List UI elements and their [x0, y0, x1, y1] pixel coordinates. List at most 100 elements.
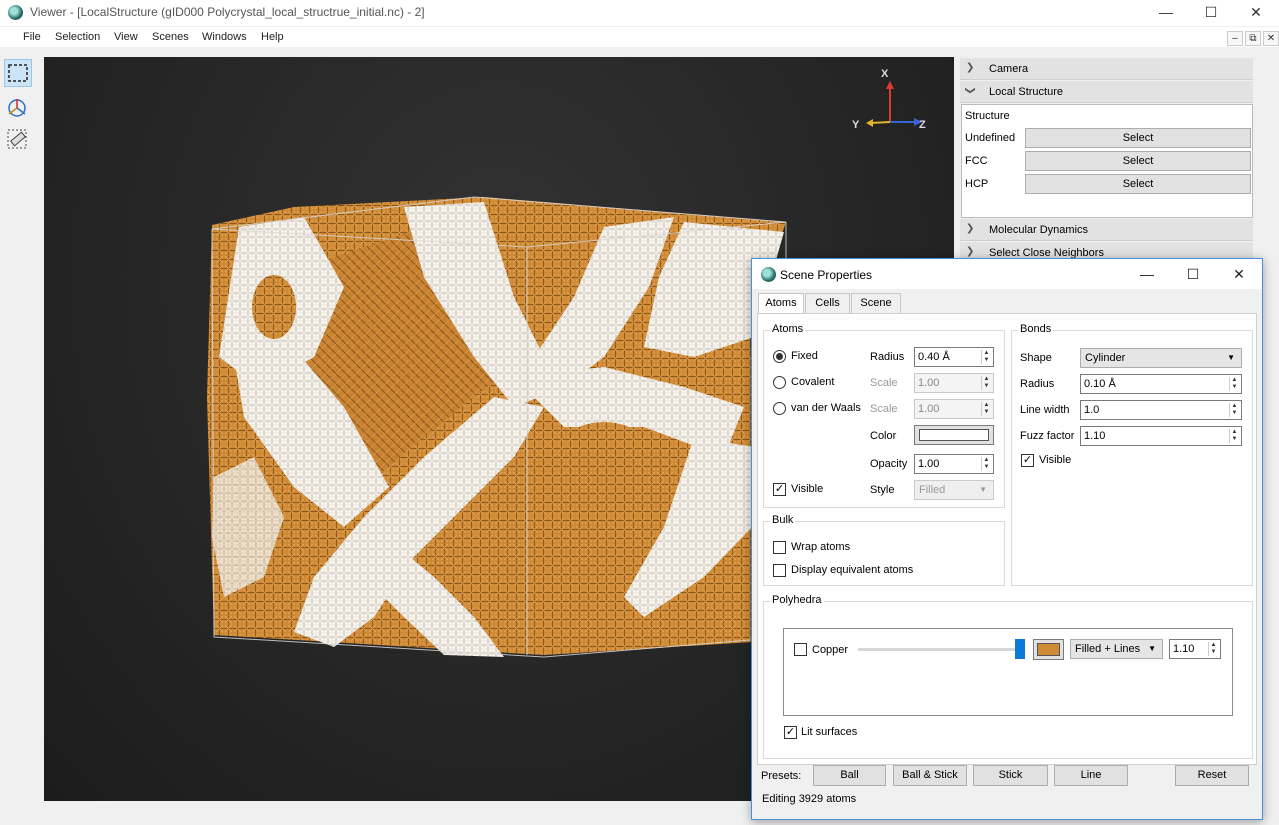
spin-arrows-icon[interactable]: ▲ ▼: [981, 457, 991, 471]
menu-view[interactable]: View: [114, 31, 138, 43]
ruler-select-tool[interactable]: [4, 126, 32, 154]
spin-arrows-icon[interactable]: ▲ ▼: [981, 350, 991, 364]
section-camera[interactable]: ❯ Camera: [960, 58, 1253, 80]
tab-cells[interactable]: Cells: [805, 293, 850, 313]
vdw-scale-value: 1.00: [918, 403, 940, 415]
section-camera-label: Camera: [989, 63, 1029, 75]
atom-color-label: Color: [870, 430, 897, 442]
undefined-label: Undefined: [965, 132, 1016, 144]
radio-covalent-label: Covalent: [791, 376, 835, 388]
spin-arrows-icon[interactable]: ▲ ▼: [1229, 403, 1239, 417]
display-equivalent-atoms-checkbox[interactable]: [773, 564, 786, 577]
spin-arrows-icon[interactable]: ▲ ▼: [1208, 642, 1218, 656]
dialog-maximize-button[interactable]: ☐: [1170, 261, 1216, 287]
bond-shape-value: Cylinder: [1085, 352, 1126, 364]
selection-rectangle-tool[interactable]: [4, 59, 32, 87]
polyhedra-value: 1.10: [1173, 643, 1195, 655]
atoms-group-title: Atoms: [770, 323, 806, 335]
bonds-visible-label: Visible: [1039, 454, 1072, 466]
polyhedra-color-button[interactable]: [1033, 639, 1064, 660]
spin-arrows-icon[interactable]: ▲ ▼: [1229, 377, 1239, 391]
atom-radius-spinbox[interactable]: 0.40 Å ▲ ▼: [914, 347, 994, 367]
section-local-structure[interactable]: ❯ Local Structure: [960, 81, 1253, 103]
app-logo-icon: [761, 267, 776, 282]
axis-z-label: Z: [919, 119, 926, 131]
maximize-button[interactable]: ☐: [1188, 0, 1234, 26]
rotate-axes-tool[interactable]: [4, 95, 32, 123]
atom-color-button[interactable]: [914, 425, 994, 445]
radio-van-der-waals[interactable]: [773, 402, 786, 415]
mdi-close-button[interactable]: ✕: [1263, 31, 1279, 46]
menu-file[interactable]: File: [23, 31, 41, 43]
atom-radius-value: 0.40 Å: [918, 351, 950, 363]
bond-shape-label: Shape: [1020, 352, 1052, 364]
dialog-title-bar[interactable]: Scene Properties — ☐ ✕: [752, 259, 1262, 289]
presets-label: Presets:: [761, 770, 802, 782]
polyhedra-list: Copper Filled + Lines ▼ 1.10 ▲ ▼: [783, 628, 1233, 716]
wrap-atoms-checkbox[interactable]: [773, 541, 786, 554]
menu-scenes[interactable]: Scenes: [152, 31, 189, 43]
tab-scene[interactable]: Scene: [851, 293, 901, 313]
radio-covalent[interactable]: [773, 376, 786, 389]
select-undefined-button[interactable]: Select: [1025, 128, 1251, 148]
dialog-close-button[interactable]: ✕: [1216, 261, 1262, 287]
menu-help[interactable]: Help: [261, 31, 284, 43]
wrap-atoms-label: Wrap atoms: [791, 541, 851, 553]
hcp-label: HCP: [965, 178, 989, 190]
menu-selection[interactable]: Selection: [55, 31, 100, 43]
polyhedra-mode-combo[interactable]: Filled + Lines ▼: [1070, 639, 1163, 659]
preset-ball-stick-button[interactable]: Ball & Stick: [893, 765, 967, 786]
bonds-visible-checkbox[interactable]: ✓: [1021, 454, 1034, 467]
window-title-bar: Viewer - [LocalStructure (gID000 Polycry…: [0, 0, 1279, 26]
line-width-value: 1.0: [1084, 404, 1100, 416]
bonds-group: Bonds Shape Cylinder ▼ Radius 0.10 Å ▲ ▼ …: [1011, 323, 1253, 586]
bonds-group-title: Bonds: [1018, 323, 1054, 335]
radio-fixed[interactable]: [773, 350, 786, 363]
copper-label: Copper: [812, 644, 849, 656]
polyhedra-mode-value: Filled + Lines: [1075, 643, 1141, 655]
select-fcc-button[interactable]: Select: [1025, 151, 1251, 171]
ruler-select-icon: [7, 129, 27, 149]
rotate-axes-icon: [8, 99, 26, 117]
scale-label-2: Scale: [870, 403, 898, 415]
mdi-restore-button[interactable]: ⧉: [1245, 31, 1261, 46]
atom-color-swatch: [919, 429, 989, 441]
dialog-minimize-button[interactable]: —: [1124, 261, 1170, 287]
bond-shape-combo[interactable]: Cylinder ▼: [1080, 348, 1242, 368]
preset-line-button[interactable]: Line: [1054, 765, 1128, 786]
atoms-visible-checkbox[interactable]: ✓: [773, 483, 786, 496]
polyhedra-group: Polyhedra Copper Filled + Lines ▼ 1.10 ▲…: [763, 594, 1253, 759]
spin-arrows-icon[interactable]: ▲ ▼: [1229, 429, 1239, 443]
fuzz-factor-spinbox[interactable]: 1.10 ▲ ▼: [1080, 426, 1242, 446]
minimize-button[interactable]: —: [1143, 0, 1189, 26]
polyhedra-value-spinbox[interactable]: 1.10 ▲ ▼: [1169, 639, 1221, 659]
vdw-scale-spinbox: 1.00 ▲ ▼: [914, 399, 994, 419]
line-width-spinbox[interactable]: 1.0 ▲ ▼: [1080, 400, 1242, 420]
reset-button[interactable]: Reset: [1175, 765, 1249, 786]
atom-block: [207, 197, 786, 657]
lit-surfaces-checkbox[interactable]: ✓: [784, 726, 797, 739]
polyhedra-slider-handle[interactable]: [1015, 639, 1025, 659]
mdi-minimize-button[interactable]: –: [1227, 31, 1243, 46]
menu-windows[interactable]: Windows: [202, 31, 247, 43]
select-hcp-button[interactable]: Select: [1025, 174, 1251, 194]
polyhedra-slider-track[interactable]: [858, 648, 1020, 651]
preset-stick-button[interactable]: Stick: [973, 765, 1048, 786]
tool-bar: [0, 50, 40, 810]
close-button[interactable]: ✕: [1233, 0, 1279, 26]
chevron-down-icon: ❯: [964, 86, 976, 95]
radio-fixed-label: Fixed: [791, 350, 818, 362]
spin-arrows-icon: ▲ ▼: [981, 376, 991, 390]
opacity-spinbox[interactable]: 1.00 ▲ ▼: [914, 454, 994, 474]
menu-bar: File Selection View Scenes Windows Help: [0, 27, 1279, 47]
dialog-title: Scene Properties: [780, 268, 873, 282]
axis-x-label: X: [881, 68, 889, 80]
style-value: Filled: [919, 484, 946, 496]
tab-atoms[interactable]: Atoms: [758, 293, 804, 314]
section-molecular-dynamics[interactable]: ❯ Molecular Dynamics: [960, 219, 1253, 241]
bond-radius-spinbox[interactable]: 0.10 Å ▲ ▼: [1080, 374, 1242, 394]
preset-ball-button[interactable]: Ball: [813, 765, 886, 786]
fuzz-factor-value: 1.10: [1084, 430, 1106, 442]
opacity-value: 1.00: [918, 458, 940, 470]
copper-polyhedra-checkbox[interactable]: [794, 643, 807, 656]
